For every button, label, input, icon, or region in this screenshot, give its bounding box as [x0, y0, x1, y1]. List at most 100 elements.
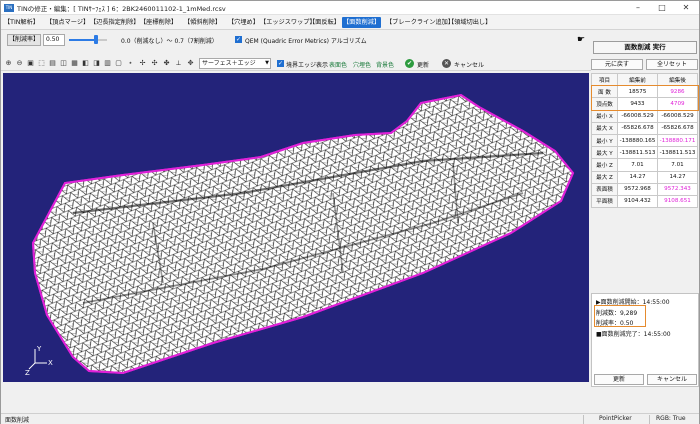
table-row: 平面積 9104.432 9108.651: [591, 194, 698, 209]
zoom-out-icon[interactable]: ⊖: [14, 58, 25, 69]
zoom-in-icon[interactable]: ⊕: [3, 58, 14, 69]
menu-hole-fill[interactable]: 【穴埋め】: [227, 17, 260, 28]
view-iso-icon[interactable]: ▥: [102, 58, 113, 69]
reduction-rate-input[interactable]: 0.50: [43, 34, 65, 46]
view-back-icon[interactable]: ◧: [80, 58, 91, 69]
status-divider: [649, 415, 650, 424]
cell-after: 14.27: [657, 170, 698, 184]
cell-before: 14.27: [617, 170, 658, 184]
menu-breakline-add[interactable]: 【ブレークライン追加】: [385, 17, 455, 28]
app-icon: TIN: [4, 4, 14, 12]
boundary-edge-checkbox[interactable]: ✓: [277, 60, 284, 67]
cell-before: 9572.968: [617, 182, 658, 196]
mesh-view: Y X Z: [25, 93, 575, 377]
cell-before: -138811.513: [617, 146, 658, 160]
table-row: 最大 Z 14.27 14.27: [591, 170, 698, 184]
title-bar: TIN TINの修正・編集：[ TINｻｰﾌｪｽ ] 6：2BK24600111…: [1, 1, 699, 15]
cell-after: -138811.513: [657, 146, 698, 160]
log-cancel-button[interactable]: キャンセル: [647, 374, 697, 385]
maximize-icon[interactable]: □: [651, 1, 673, 14]
menu-region-extract[interactable]: 【領域切出し】: [447, 17, 492, 28]
view-3d-icon[interactable]: ⬚: [36, 58, 47, 69]
refresh-icon[interactable]: ✔: [405, 59, 414, 68]
header-after: 編集後: [657, 72, 698, 87]
mesh-triangles: [33, 95, 573, 373]
reduction-slider-fill: [69, 39, 96, 41]
pick-vertex-icon[interactable]: ⋆: [125, 58, 136, 69]
view-bottom-icon[interactable]: ◨: [91, 58, 102, 69]
cell-item: 平面積: [591, 194, 618, 209]
reduction-rate-label: 【削減率】: [7, 34, 41, 46]
table-row: 最大 Y -138811.513 -138811.513: [591, 146, 698, 160]
cell-after: -138880.171: [657, 133, 698, 148]
menu-tin-analysis[interactable]: 【TIN解析】: [3, 17, 40, 28]
boundary-edge-label: 境界エッジ表示: [286, 62, 329, 69]
chevron-down-icon: ▼: [265, 60, 269, 66]
app-window: TIN TINの修正・編集：[ TINｻｰﾌｪｽ ] 6：2BK24600111…: [0, 0, 700, 424]
cell-before: -138880.165: [617, 133, 658, 148]
minimize-icon[interactable]: –: [627, 1, 649, 14]
table-row: 最小 X -66008.529 -66008.529: [591, 109, 698, 123]
view-front-icon[interactable]: ▣: [25, 58, 36, 69]
reduction-slider-thumb[interactable]: [93, 35, 98, 44]
reduction-options: 【削減率】 0.50 0.0（削減なし）～ 0.7（7割削減） ✓ QEM (Q…: [1, 31, 699, 55]
status-rgb: RGB: True: [656, 415, 686, 422]
cell-after: -66008.529: [657, 109, 698, 123]
execute-reduction-button[interactable]: 面数削減 実行: [593, 41, 697, 54]
axis-z-label: Z: [25, 369, 30, 377]
menu-face-flip[interactable]: 【面反転】: [308, 17, 341, 28]
menu-coordinate-delete[interactable]: 【座標削除】: [139, 17, 178, 28]
menu-edge-length-delete[interactable]: 【辺長指定削除】: [89, 17, 141, 28]
highlight-box-result: [594, 305, 646, 327]
cell-item: 最小 X: [591, 109, 618, 123]
qem-label: QEM (Quadric Error Metrics) アルゴリズム: [245, 38, 367, 45]
qem-checkbox[interactable]: ✓: [235, 36, 242, 43]
measure-icon[interactable]: ⟂: [173, 58, 184, 69]
pick-face-icon[interactable]: ✣: [149, 58, 160, 69]
view-top-icon[interactable]: ◫: [58, 58, 69, 69]
display-mode-value: サーフェス＋エッジ: [202, 60, 256, 67]
cell-before: 9104.432: [617, 194, 658, 209]
3d-viewport[interactable]: Y X Z: [3, 73, 589, 382]
cancel-icon[interactable]: ✕: [442, 59, 451, 68]
menu-slope-delete[interactable]: 【傾斜削除】: [183, 17, 222, 28]
toolbar-cancel-button[interactable]: キャンセル: [454, 60, 484, 69]
cell-item: 最大 Y: [591, 146, 618, 160]
select-icon[interactable]: ✥: [185, 58, 196, 69]
menu-face-reduction[interactable]: 【面数削減】: [342, 17, 382, 28]
table-row: 表面積 9572.968 9572.343: [591, 182, 698, 196]
view-side-icon[interactable]: ▦: [69, 58, 80, 69]
restore-button[interactable]: 元に戻す: [591, 59, 643, 70]
header-item: 項目: [591, 72, 618, 87]
table-header-row: 項目 編集前 編集後: [591, 72, 698, 87]
refresh-button[interactable]: 更新: [417, 60, 429, 69]
reset-all-button[interactable]: 全リセット: [646, 59, 698, 70]
table-row: 最小 Z 7.01 7.01: [591, 158, 698, 172]
view-fit-icon[interactable]: ▢: [113, 58, 124, 69]
display-mode-select[interactable]: サーフェス＋エッジ ▼: [199, 58, 271, 69]
cell-item: 最小 Y: [591, 133, 618, 148]
reduction-range-text: 0.0（削減なし）～ 0.7（7割削減）: [121, 38, 218, 45]
pick-edge-icon[interactable]: ✢: [137, 58, 148, 69]
cell-item: 最大 X: [591, 121, 618, 135]
menu-bar: 【TIN解析】 【頂点マージ】 【辺長指定削除】 【座標削除】 【傾斜削除】 【…: [1, 15, 699, 30]
cell-after: 9108.651: [657, 194, 698, 209]
cell-before: -65826.678: [617, 121, 658, 135]
close-icon[interactable]: ✕: [675, 1, 697, 14]
menu-vertex-merge[interactable]: 【頂点マージ】: [45, 17, 90, 28]
view-2d-icon[interactable]: ▤: [47, 58, 58, 69]
log-update-button[interactable]: 更新: [594, 374, 644, 385]
axis-y-label: Y: [36, 345, 42, 353]
cell-item: 最小 Z: [591, 158, 618, 172]
hole-color-button[interactable]: 穴埋色: [353, 60, 371, 69]
table-row: 最小 Y -138880.165 -138880.171: [591, 133, 698, 148]
pick-region-icon[interactable]: ✤: [161, 58, 172, 69]
log-line: ■面数削減完了：14:55:00: [596, 331, 671, 338]
bg-color-button[interactable]: 背景色: [376, 60, 394, 69]
surface-color-button[interactable]: 表面色: [329, 60, 347, 69]
table-row: 最大 X -65826.678 -65826.678: [591, 121, 698, 135]
status-picker: PointPicker: [599, 415, 632, 422]
cell-after: -65826.678: [657, 121, 698, 135]
cell-after: 9572.343: [657, 182, 698, 196]
header-before: 編集前: [617, 72, 658, 87]
